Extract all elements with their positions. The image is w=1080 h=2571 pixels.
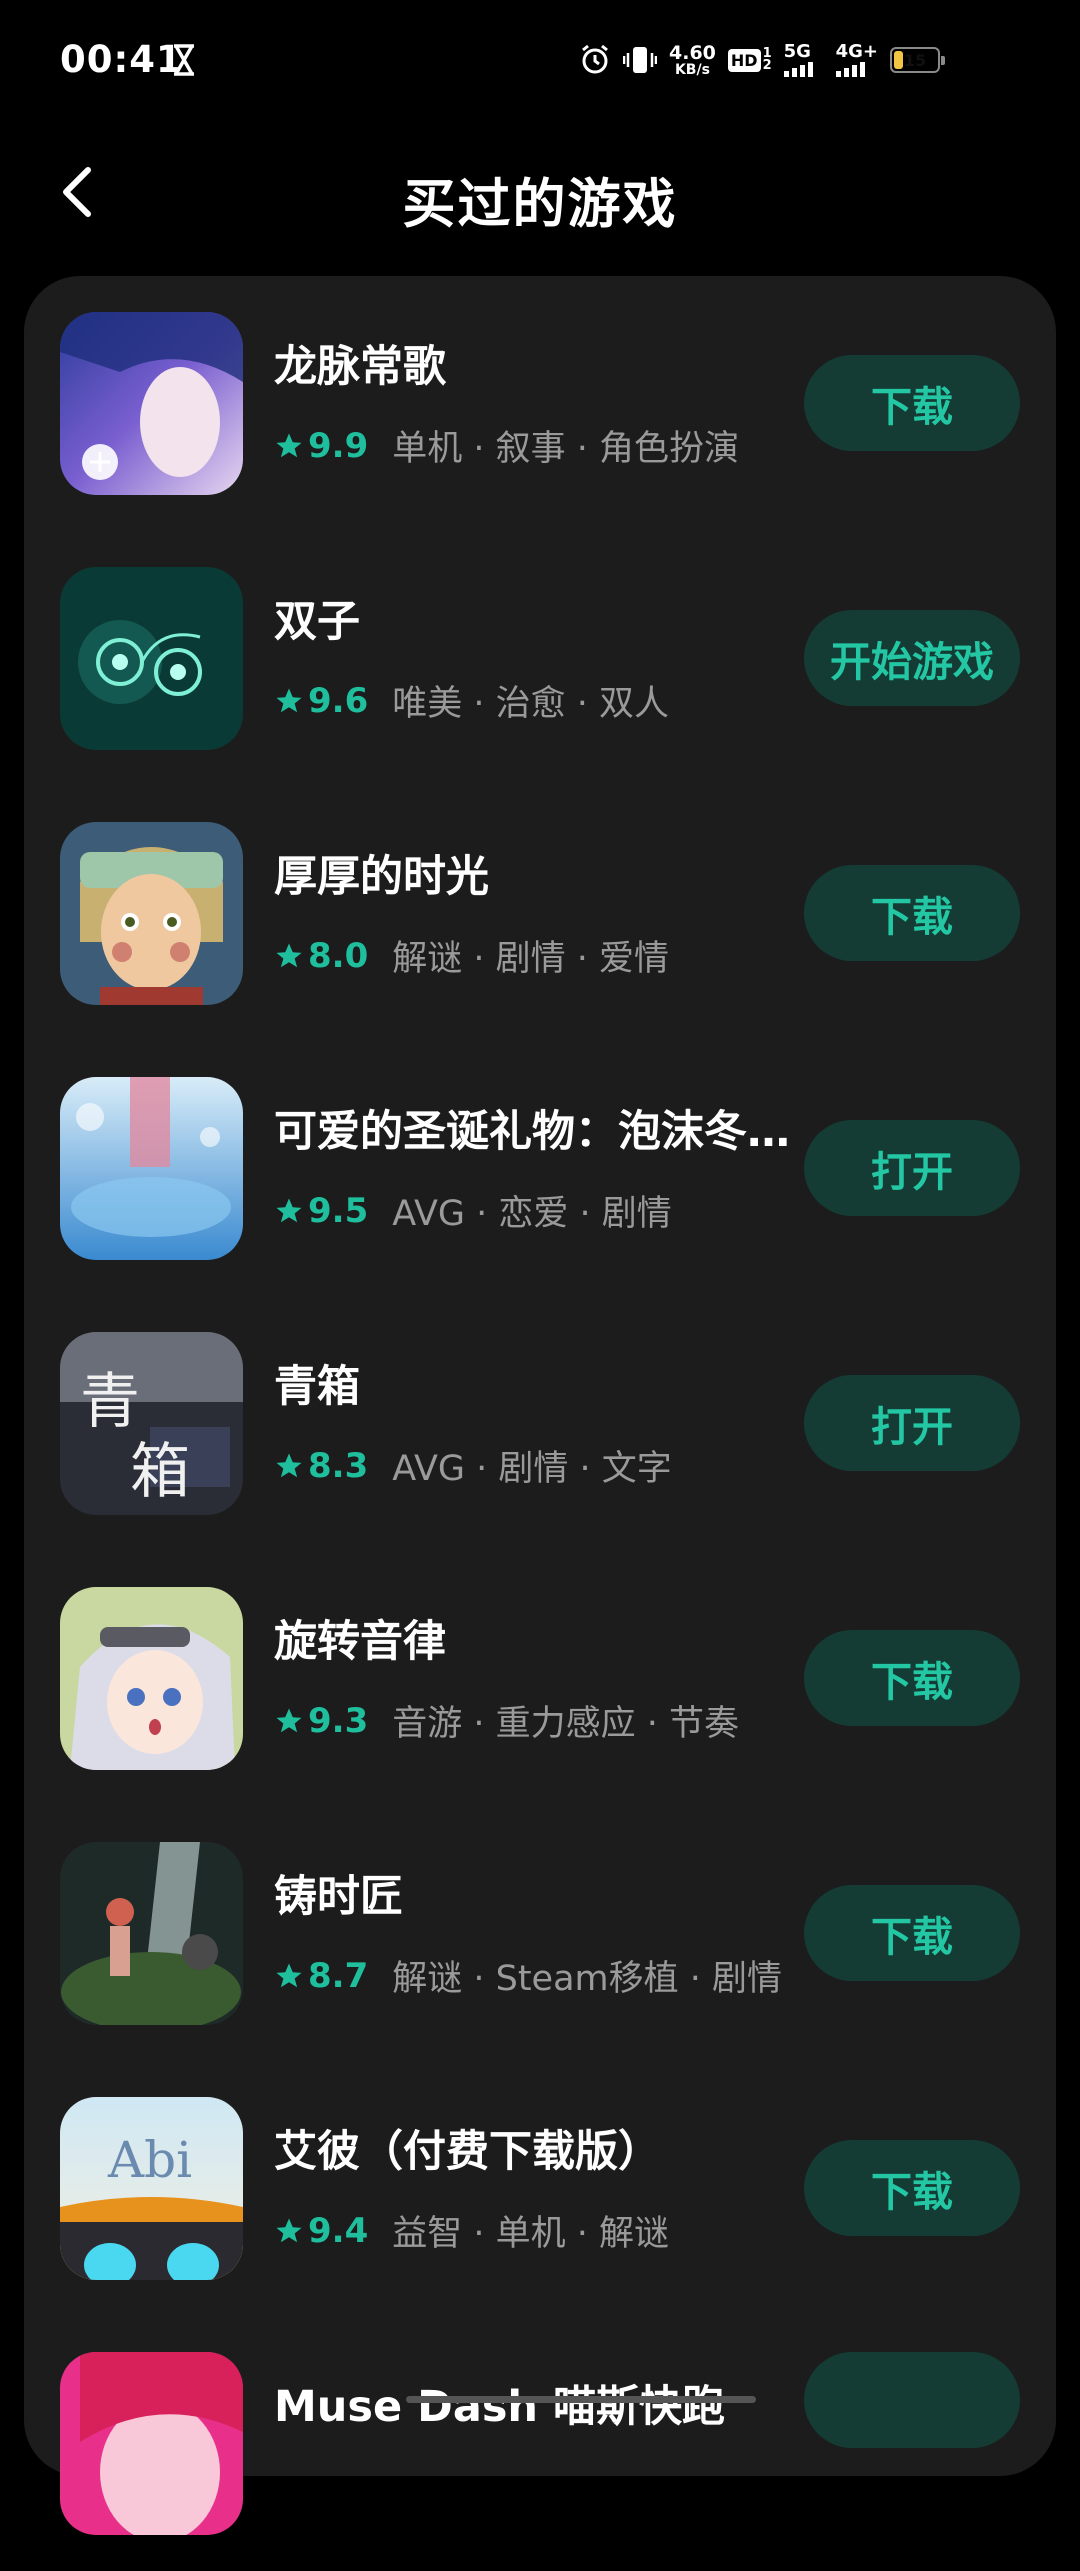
game-item[interactable]: Muse Dash 喵斯快跑 xyxy=(24,2316,1056,2571)
game-icon xyxy=(60,2352,243,2535)
game-item[interactable]: 青 箱 青箱 8.3 AVG · 剧情 · 文字 打开 xyxy=(24,1296,1056,1551)
star-icon xyxy=(276,2218,302,2242)
alarm-icon xyxy=(582,44,608,74)
game-tags: AVG · 恋爱 · 剧情 xyxy=(392,1194,672,1234)
download-button[interactable]: 下载 xyxy=(804,1885,1020,1981)
game-icon xyxy=(60,1842,243,2025)
game-icon xyxy=(60,1587,243,1770)
game-icon xyxy=(60,822,243,1005)
open-button[interactable]: 打开 xyxy=(804,1120,1020,1216)
star-icon xyxy=(276,943,302,967)
thumb-text-qing: 青 xyxy=(80,1367,140,1437)
game-item[interactable]: 旋转音律 9.3 音游 · 重力感应 · 节奏 下载 xyxy=(24,1551,1056,1806)
game-item[interactable]: 龙脉常歌 9.9 单机 · 叙事 · 角色扮演 下载 xyxy=(24,276,1056,531)
game-name: 厚厚的时光 xyxy=(274,852,489,902)
game-rating: 8.0 xyxy=(308,935,369,976)
game-icon: Abi xyxy=(60,2097,243,2280)
download-button[interactable]: 下载 xyxy=(804,2140,1020,2236)
game-icon xyxy=(60,1077,243,1260)
game-meta: 9.4 益智 · 单机 · 解谜 xyxy=(274,2205,669,2256)
game-meta: 8.7 解谜 · Steam移植 · 剧情 xyxy=(274,1950,782,2001)
game-tags: AVG · 剧情 · 文字 xyxy=(392,1449,672,1489)
game-name: 艾彼（付费下载版） xyxy=(274,2127,661,2177)
game-rating: 8.3 xyxy=(308,1445,369,1486)
game-icon xyxy=(60,567,243,750)
game-icon: 青 箱 xyxy=(60,1332,243,1515)
home-indicator[interactable] xyxy=(406,2396,756,2403)
start-game-button[interactable]: 开始游戏 xyxy=(804,610,1020,706)
star-icon xyxy=(276,1453,302,1477)
battery-icon: 15 xyxy=(890,47,945,73)
game-rating: 8.7 xyxy=(308,1955,369,1996)
game-tags: 解谜 · 剧情 · 爱情 xyxy=(392,939,669,979)
game-rating: 9.5 xyxy=(308,1190,369,1231)
game-name: 铸时匠 xyxy=(274,1872,403,1922)
game-tags: 音游 · 重力感应 · 节奏 xyxy=(392,1704,739,1744)
game-name: 可爱的圣诞礼物：泡沫冬... xyxy=(274,1107,794,1157)
star-icon xyxy=(276,1708,302,1732)
action-button[interactable] xyxy=(804,2352,1020,2448)
star-icon xyxy=(276,1198,302,1222)
game-tags: 单机 · 叙事 · 角色扮演 xyxy=(392,429,739,469)
game-meta: 8.3 AVG · 剧情 · 文字 xyxy=(274,1440,672,1491)
vibrate-icon xyxy=(623,47,657,73)
status-bar: 00:41 4.60 KB/s HD 12 5G 4G+ 15 xyxy=(0,0,1080,126)
game-meta: 9.3 音游 · 重力感应 · 节奏 xyxy=(274,1695,739,1746)
game-meta: 9.9 单机 · 叙事 · 角色扮演 xyxy=(274,420,739,471)
download-button[interactable]: 下载 xyxy=(804,1630,1020,1726)
star-icon xyxy=(276,433,302,457)
header: 买过的游戏 xyxy=(0,126,1080,260)
game-tags: 唯美 · 治愈 · 双人 xyxy=(392,684,669,724)
thumb-text-abi: Abi xyxy=(107,2131,192,2189)
game-rating: 9.3 xyxy=(308,1700,369,1741)
game-name: 青箱 xyxy=(274,1362,360,1412)
signal-4g-icon: 4G+ xyxy=(835,43,878,77)
game-tags: 益智 · 单机 · 解谜 xyxy=(392,2214,669,2254)
game-name: Muse Dash 喵斯快跑 xyxy=(274,2382,726,2432)
download-button[interactable]: 下载 xyxy=(804,865,1020,961)
game-name: 旋转音律 xyxy=(274,1617,446,1667)
game-item[interactable]: 铸时匠 8.7 解谜 · Steam移植 · 剧情 下载 xyxy=(24,1806,1056,2061)
game-meta: 8.0 解谜 · 剧情 · 爱情 xyxy=(274,930,669,981)
status-time: 00:41 xyxy=(60,38,183,81)
game-item[interactable]: 厚厚的时光 8.0 解谜 · 剧情 · 爱情 下载 xyxy=(24,786,1056,1041)
game-name: 龙脉常歌 xyxy=(274,342,446,392)
hourglass-icon xyxy=(174,44,194,76)
game-meta: 9.6 唯美 · 治愈 · 双人 xyxy=(274,675,669,726)
hd-icon: HD 12 xyxy=(727,47,772,72)
purchased-games-list: 龙脉常歌 9.9 单机 · 叙事 · 角色扮演 下载 双子 9.6 唯美 · 治… xyxy=(24,276,1056,2535)
game-item[interactable]: Abi 艾彼（付费下载版） 9.4 益智 · 单机 · 解谜 下载 xyxy=(24,2061,1056,2316)
game-name: 双子 xyxy=(274,597,360,647)
game-rating: 9.6 xyxy=(308,680,369,721)
signal-5g-icon: 5G xyxy=(783,43,824,77)
game-item[interactable]: 双子 9.6 唯美 · 治愈 · 双人 开始游戏 xyxy=(24,531,1056,786)
game-rating: 9.9 xyxy=(308,425,369,466)
open-button[interactable]: 打开 xyxy=(804,1375,1020,1471)
game-tags: 解谜 · Steam移植 · 剧情 xyxy=(392,1959,783,1999)
page-title: 买过的游戏 xyxy=(402,174,678,235)
star-icon xyxy=(276,688,302,712)
game-item[interactable]: 可爱的圣诞礼物：泡沫冬... 9.5 AVG · 恋爱 · 剧情 打开 xyxy=(24,1041,1056,1296)
game-icon xyxy=(60,312,243,495)
download-button[interactable]: 下载 xyxy=(804,355,1020,451)
game-meta: 9.5 AVG · 恋爱 · 剧情 xyxy=(274,1185,672,1236)
thumb-text-xiang: 箱 xyxy=(130,1437,190,1507)
network-speed: 4.60 KB/s xyxy=(669,41,716,78)
star-icon xyxy=(276,1963,302,1987)
game-rating: 9.4 xyxy=(308,2210,369,2251)
